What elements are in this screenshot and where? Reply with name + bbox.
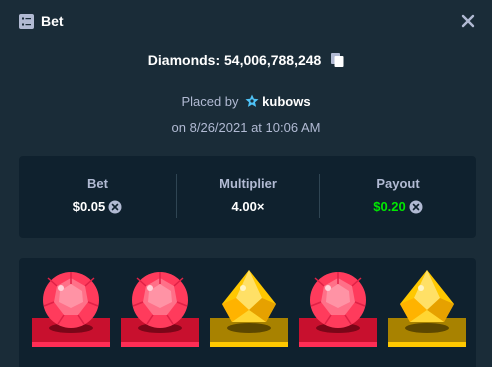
payout-label: Payout: [376, 176, 420, 191]
payout-amount: $0.20: [320, 199, 476, 215]
bet-value: $0.05: [72, 199, 106, 214]
bet-date: on 8/26/2021 at 10:06 AM: [171, 120, 321, 135]
username-link[interactable]: kubows: [262, 94, 310, 109]
bet-column: Bet $0.05: [19, 156, 176, 238]
game-title: Diamonds: 54,006,788,248: [0, 51, 492, 69]
bet-amount: $0.05: [19, 199, 176, 215]
game-title-text: Diamonds: 54,006,788,248: [147, 52, 322, 68]
currency-coin-icon: [409, 200, 423, 214]
modal-header: Bet: [0, 0, 492, 44]
multiplier-label: Multiplier: [219, 176, 277, 191]
gem-results-board: [19, 258, 476, 367]
multiplier-value: 4.00×: [231, 199, 265, 214]
payout-column: Payout $0.20: [320, 156, 476, 238]
payout-value: $0.20: [373, 199, 406, 214]
yellow-gem-icon: [210, 270, 288, 347]
copy-icon[interactable]: [331, 53, 344, 67]
multiplier-column: Multiplier 4.00×: [177, 156, 319, 238]
placed-by-label: Placed by: [181, 94, 239, 109]
bet-list-icon: [19, 14, 34, 29]
red-round-gem-icon: [299, 272, 377, 347]
close-icon[interactable]: [459, 12, 477, 30]
red-round-gem-icon: [32, 272, 110, 347]
modal-title: Bet: [41, 13, 64, 29]
yellow-gem-icon: [388, 270, 466, 347]
bet-label: Bet: [87, 176, 108, 191]
currency-coin-icon: [108, 200, 122, 214]
placed-by-line: Placed by kubows: [0, 94, 492, 110]
bet-stats-panel: Bet $0.05 Multiplier 4.00× Payout $0.20: [19, 156, 476, 238]
star-badge-icon: [245, 94, 259, 107]
red-round-gem-icon: [121, 272, 199, 347]
